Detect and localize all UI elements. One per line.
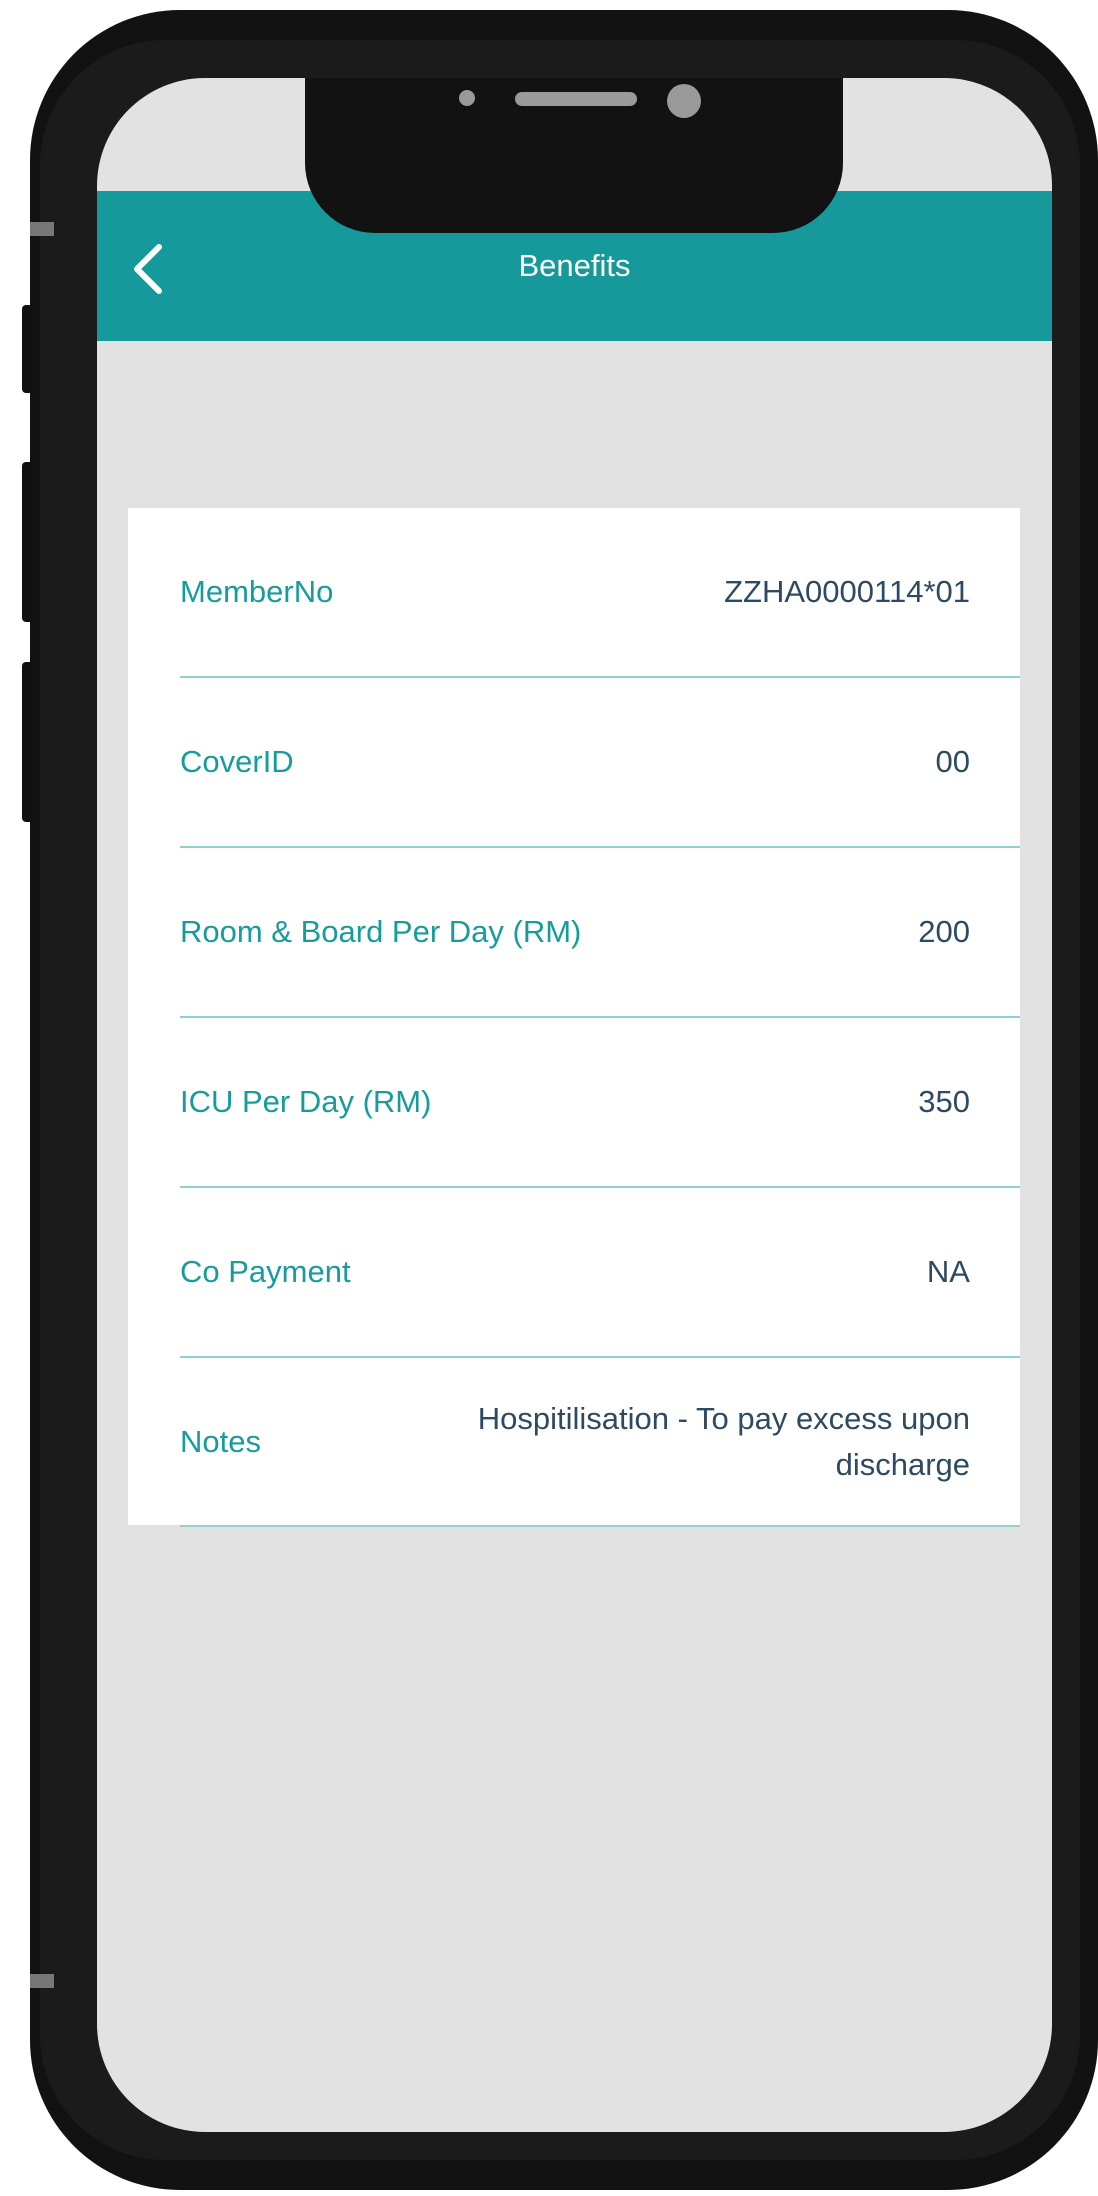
benefit-value: ZZHA0000114*01: [724, 574, 970, 609]
benefit-label: ICU Per Day (RM): [180, 1084, 432, 1119]
app-screen: Benefits MemberNo ZZHA0000114*01 CoverID…: [97, 78, 1052, 2132]
phone-antenna-band: [30, 1974, 54, 1988]
phone-antenna-band: [30, 222, 54, 236]
benefit-value: 00: [935, 744, 970, 779]
benefit-value: 200: [918, 914, 970, 949]
benefit-row-notes: Notes Hospitilisation - To pay excess up…: [180, 1358, 1020, 1527]
benefit-value: 350: [918, 1084, 970, 1119]
phone-volume-up-button: [22, 462, 36, 622]
benefit-label: Notes: [180, 1423, 261, 1459]
front-camera: [667, 84, 701, 118]
benefit-row-room-board: Room & Board Per Day (RM) 200: [180, 848, 1020, 1018]
benefit-label: Co Payment: [180, 1254, 351, 1289]
proximity-sensor: [459, 90, 475, 106]
benefit-value: Hospitilisation - To pay excess upon dis…: [477, 1400, 970, 1482]
benefit-label: MemberNo: [180, 574, 334, 609]
benefit-value: NA: [926, 1254, 970, 1289]
benefit-row-icu: ICU Per Day (RM) 350: [180, 1018, 1020, 1188]
benefit-label: CoverID: [180, 744, 294, 779]
benefit-label: Room & Board Per Day (RM): [180, 914, 582, 949]
phone-volume-down-button: [22, 662, 36, 822]
benefit-row-co-payment: Co Payment NA: [180, 1188, 1020, 1358]
benefit-row-member-no: MemberNo ZZHA0000114*01: [180, 508, 1020, 678]
earpiece-speaker: [515, 92, 637, 106]
benefits-card: MemberNo ZZHA0000114*01 CoverID 00 Room …: [128, 508, 1020, 1527]
phone-notch: [305, 78, 843, 233]
phone-mute-switch: [22, 305, 36, 393]
benefit-row-cover-id: CoverID 00: [180, 678, 1020, 848]
